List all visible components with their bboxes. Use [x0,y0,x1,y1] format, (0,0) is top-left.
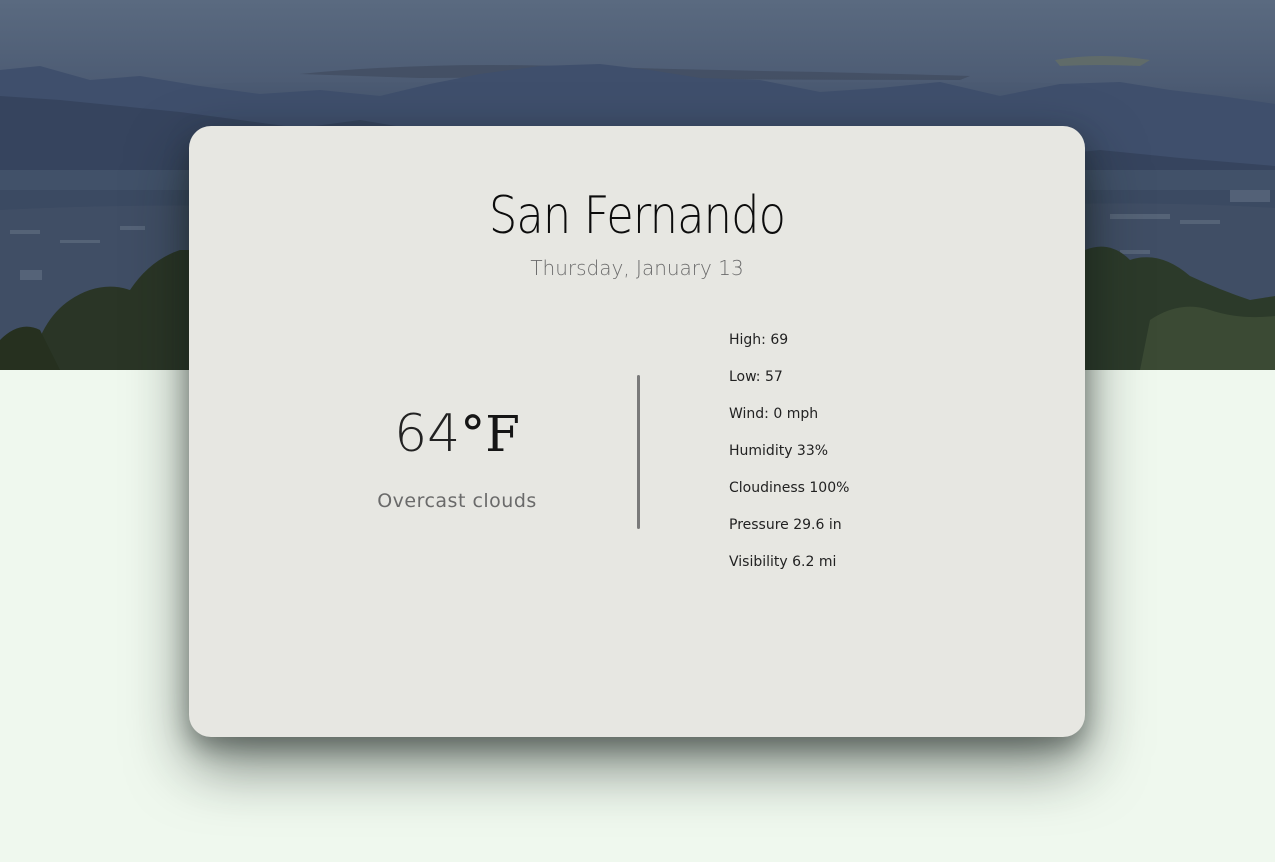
detail-pressure: Pressure 29.6 in [729,517,842,533]
current-date: Thursday, January 13 [530,256,744,280]
current-temperature: 64°F [339,404,575,464]
temperature-unit: °F [460,405,520,463]
weather-description: Overcast clouds [377,490,537,512]
temperature-value: 64 [394,404,461,464]
vertical-divider [637,375,640,529]
detail-cloudiness: Cloudiness 100% [729,480,850,496]
detail-wind: Wind: 0 mph [729,406,819,422]
detail-humidity: Humidity 33% [729,443,829,459]
weather-details-list: High: 69 Low: 57 Wind: 0 mph Humidity 33… [729,330,849,589]
weather-page: San Fernando Thursday, January 13 64°F O… [0,0,1275,862]
detail-high: High: 69 [729,332,789,348]
detail-low: Low: 57 [729,369,783,385]
weather-card: San Fernando Thursday, January 13 64°F O… [189,126,1085,737]
detail-visibility: Visibility 6.2 mi [729,554,837,570]
city-name: San Fernando [488,186,786,246]
